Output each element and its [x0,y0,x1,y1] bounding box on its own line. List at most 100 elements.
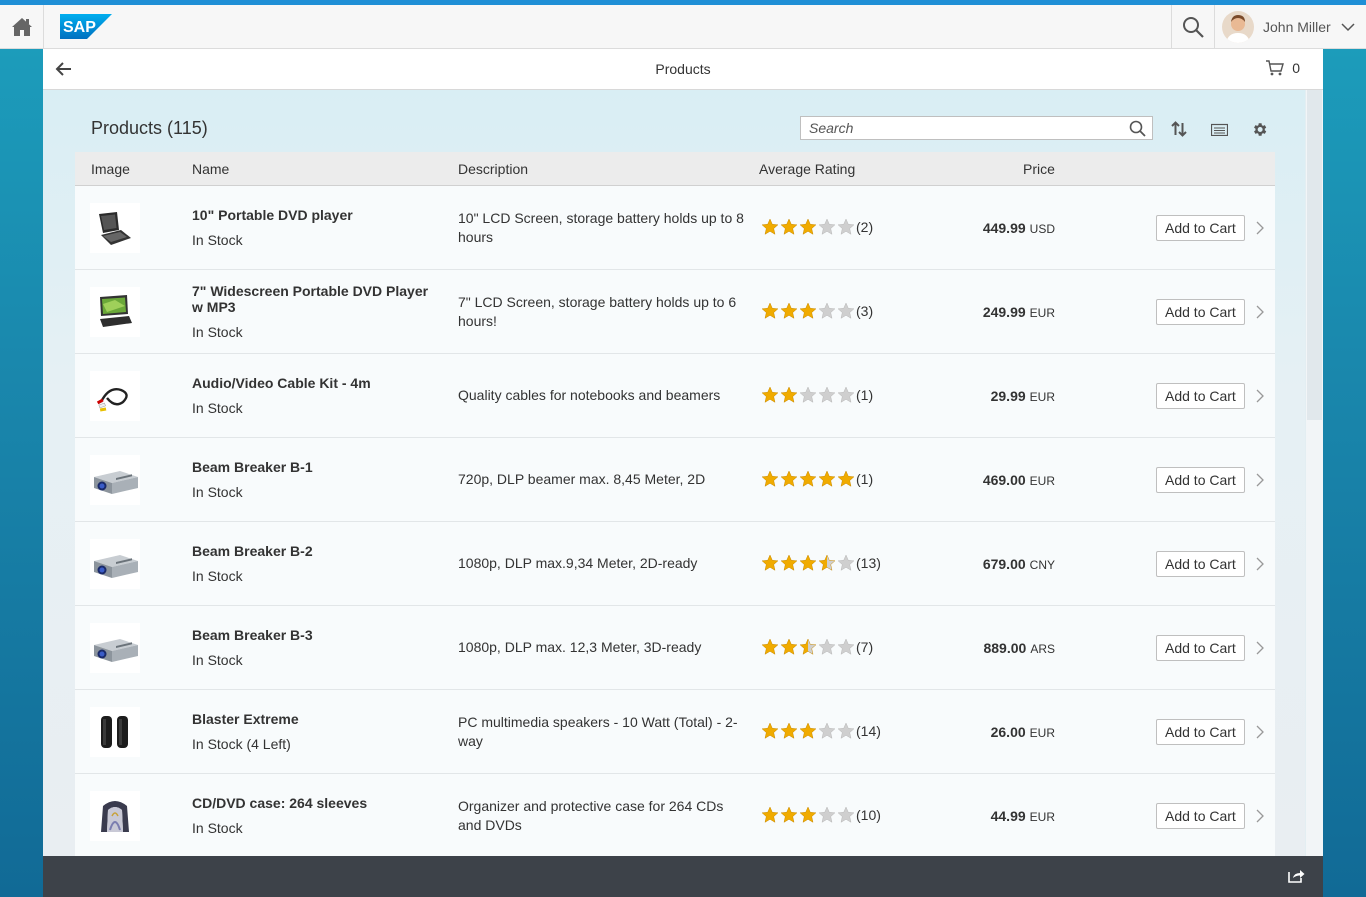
table-row[interactable]: Beam Breaker B-3 In Stock 1080p, DLP max. … [75,606,1275,690]
product-description: PC multimedia speakers - 10 Watt (Total)… [458,713,738,749]
page-title: Products [655,61,711,77]
product-rating: (14) [761,722,881,739]
rating-stars [761,806,856,823]
add-to-cart-button[interactable]: Add to Cart [1156,383,1245,409]
product-image [90,371,140,421]
price-currency: EUR [1029,726,1055,740]
sap-logo[interactable]: SAP [60,14,112,39]
product-description: 1080p, DLP max. 12,3 Meter, 3D-ready [458,639,702,655]
star-full-icon [799,722,817,739]
price-value: 29.99 [990,388,1026,404]
product-name: 10" Portable DVD player [192,207,353,223]
star-empty-icon [837,386,855,403]
chevron-right-icon [1256,221,1264,235]
table-row[interactable]: Beam Breaker B-2 In Stock 1080p, DLP max.9… [75,522,1275,606]
add-to-cart-button[interactable]: Add to Cart [1156,551,1245,577]
user-avatar [1222,11,1254,43]
star-full-icon [799,554,817,571]
search-field [800,116,1153,140]
add-to-cart-button[interactable]: Add to Cart [1156,719,1245,745]
price-currency: ARS [1030,642,1055,656]
star-full-icon [780,554,798,571]
rating-count: (3) [856,302,874,319]
search-icon[interactable] [1129,120,1146,137]
column-header-rating: Average Rating [759,161,856,177]
product-name-cell: 10" Portable DVD player In Stock [192,186,432,269]
product-name: Audio/Video Cable Kit - 4m [192,375,371,391]
settings-button[interactable] [1247,118,1271,140]
product-description: Quality cables for notebooks and beamers [458,387,721,403]
rating-count: (10) [856,806,881,823]
scrollbar-thumb[interactable] [1307,90,1322,420]
group-button[interactable] [1207,118,1231,140]
add-to-cart-button[interactable]: Add to Cart [1156,215,1245,241]
column-header-price: Price [1023,161,1055,177]
star-full-icon [780,806,798,823]
star-full-icon [780,386,798,403]
product-name: Beam Breaker B-2 [192,543,313,559]
product-price: 469.00 EUR [983,472,1055,488]
table-row[interactable]: CD/DVD case: 264 sleeves In Stock Organize… [75,774,1275,856]
product-rating: (1) [761,386,873,403]
product-name: Blaster Extreme [192,711,299,727]
star-empty-icon [818,302,836,319]
rating-stars [761,554,856,571]
price-value: 679.00 [982,556,1026,572]
shell-search-button[interactable] [1171,5,1215,48]
price-value: 889.00 [983,640,1027,656]
sort-icon [1171,121,1187,137]
table-row[interactable]: Audio/Video Cable Kit - 4m In Stock Qualit… [75,354,1275,438]
star-full-icon [780,302,798,319]
table-row[interactable]: Blaster Extreme In Stock (4 Left) PC multi… [75,690,1275,774]
share-icon[interactable] [1288,868,1305,883]
price-currency: CNY [1029,558,1055,572]
product-name-cell: Audio/Video Cable Kit - 4m In Stock [192,354,432,437]
add-to-cart-button[interactable]: Add to Cart [1156,635,1245,661]
product-rating: (2) [761,218,873,235]
sort-button[interactable] [1167,118,1191,140]
star-full-icon [780,638,798,655]
add-to-cart-button[interactable]: Add to Cart [1156,803,1245,829]
home-button[interactable] [0,5,44,48]
rating-stars [761,302,856,319]
table-row[interactable]: Beam Breaker B-1 In Stock 720p, DLP beamer… [75,438,1275,522]
product-image [90,539,140,589]
search-input[interactable] [809,120,1124,136]
product-price: 889.00 ARS [983,640,1055,656]
star-full-icon [761,722,779,739]
price-value: 449.99 [982,220,1026,236]
sap-logo-text: SAP [63,19,96,36]
star-empty-icon [818,386,836,403]
product-description: 1080p, DLP max.9,34 Meter, 2D-ready [458,555,698,571]
star-full-icon [761,638,779,655]
cart-button[interactable]: 0 [1266,60,1300,76]
add-to-cart-button[interactable]: Add to Cart [1156,299,1245,325]
stock-status: In Stock [192,232,243,248]
table-row[interactable]: 10" Portable DVD player In Stock 10" LCD S… [75,186,1275,270]
table-title: Products (115) [91,118,208,138]
product-name: CD/DVD case: 264 sleeves [192,795,368,811]
rating-count: (1) [856,470,874,487]
user-menu[interactable]: John Miller [1222,10,1355,44]
star-full-icon [780,470,798,487]
star-full-icon [780,722,798,739]
star-full-icon [780,218,798,235]
table-row[interactable]: 7" Widescreen Portable DVD Player w MP3 I… [75,270,1275,354]
product-price: 679.00 CNY [983,556,1055,572]
product-table-body: 10" Portable DVD player In Stock 10" LCD S… [75,186,1275,856]
star-empty-icon [837,806,855,823]
product-image [90,455,140,505]
chevron-right-icon [1256,305,1264,319]
add-to-cart-button[interactable]: Add to Cart [1156,467,1245,493]
star-empty-icon [837,722,855,739]
star-empty-icon [837,638,855,655]
shell-bar: SAP John Miller [0,5,1366,49]
product-name-cell: 7" Widescreen Portable DVD Player w MP3 I… [192,270,432,353]
price-currency: EUR [1029,810,1055,824]
rating-stars [761,638,856,655]
rating-stars [761,470,856,487]
product-name-cell: Beam Breaker B-3 In Stock [192,606,432,689]
product-name: 7" Widescreen Portable DVD Player w MP3 [192,283,429,315]
star-empty-icon [837,554,855,571]
star-full-icon [761,806,779,823]
